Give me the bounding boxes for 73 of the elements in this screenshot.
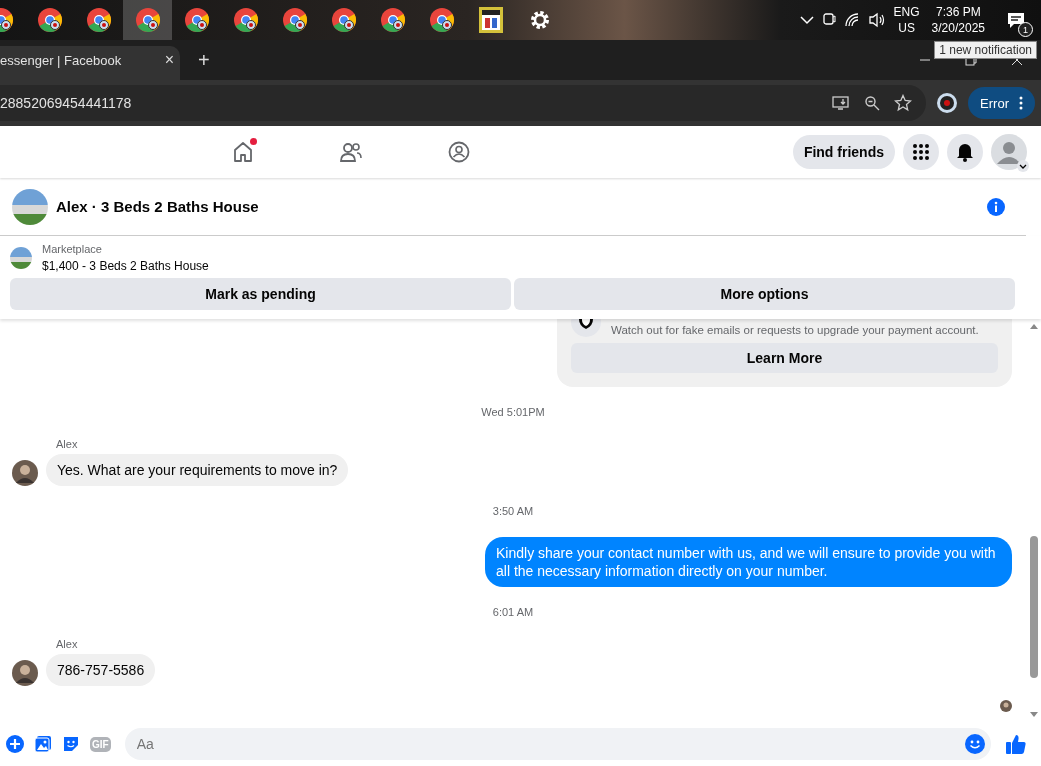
photo-placeholder bbox=[12, 188, 48, 225]
message-bubble[interactable]: 786-757-5586 bbox=[46, 654, 156, 686]
sender-name: Alex bbox=[56, 638, 79, 650]
bell-icon bbox=[956, 142, 974, 162]
scrollbar-thumb[interactable] bbox=[1029, 535, 1038, 678]
timestamp: 6:01 AM bbox=[492, 606, 534, 618]
message-input-field[interactable]: Aa bbox=[124, 728, 991, 760]
find-friends-button[interactable]: Find friends bbox=[792, 135, 895, 169]
browser-icon bbox=[36, 7, 63, 33]
camera-icon[interactable] bbox=[821, 12, 836, 28]
notifications-button[interactable] bbox=[947, 134, 983, 170]
browser-icon bbox=[281, 7, 308, 33]
scroll-up-icon[interactable] bbox=[1029, 323, 1038, 329]
close-tab-button[interactable]: × bbox=[164, 51, 174, 69]
action-button[interactable]: More options bbox=[514, 278, 1015, 310]
thumbs-up-icon[interactable] bbox=[1005, 733, 1027, 755]
tab-title: essenger | Facebook bbox=[0, 52, 122, 68]
menu-button[interactable] bbox=[903, 134, 939, 170]
star-icon[interactable] bbox=[894, 94, 913, 112]
browser-icon bbox=[232, 7, 259, 33]
new-tab-button[interactable]: + bbox=[198, 49, 210, 72]
clapperboard-icon bbox=[478, 7, 503, 33]
region-label[interactable]: US bbox=[898, 20, 915, 36]
profile-error-button[interactable]: Error bbox=[968, 87, 1035, 119]
browser-icon bbox=[379, 7, 406, 33]
browser-icon bbox=[330, 7, 357, 33]
tooltip: 1 new notification bbox=[934, 41, 1037, 59]
timestamp: 3:50 AM bbox=[492, 505, 534, 517]
message-bubble[interactable]: Kindly share your contact number with us, and we will ensure to provide you with all the necessary information directly on your number. bbox=[485, 537, 1012, 587]
address-field[interactable]: 28852069454441178 bbox=[0, 85, 927, 121]
taskbar-app[interactable] bbox=[123, 0, 172, 40]
sticker-icon[interactable] bbox=[62, 735, 80, 753]
browser-icon bbox=[183, 7, 210, 33]
emoji-icon[interactable] bbox=[965, 734, 985, 754]
listing-title[interactable]: $1,400 - 3 Beds 2 Baths House bbox=[42, 259, 209, 273]
sender-name: Alex bbox=[56, 438, 79, 450]
photo-placeholder bbox=[10, 247, 32, 269]
wifi-icon[interactable] bbox=[843, 12, 860, 28]
conversation-title[interactable]: Alex · 3 Beds 2 Baths House bbox=[56, 198, 978, 215]
learn-more-button[interactable]: Learn More bbox=[571, 343, 998, 373]
install-icon[interactable] bbox=[832, 95, 851, 111]
chevron-icon[interactable] bbox=[799, 15, 814, 25]
scroll-down-icon[interactable] bbox=[1029, 712, 1038, 718]
action-button[interactable]: Mark as pending bbox=[10, 278, 511, 310]
notification-icon[interactable] bbox=[1006, 11, 1026, 29]
browser-tab[interactable]: essenger | Facebook × bbox=[0, 46, 180, 80]
avatar-icon[interactable] bbox=[12, 660, 38, 686]
browser-icon bbox=[85, 7, 112, 33]
notification-count: 1 bbox=[1018, 22, 1033, 37]
language-label[interactable]: ENG bbox=[893, 4, 920, 20]
grid-icon bbox=[912, 143, 930, 161]
clock-time[interactable]: 7:36 PM bbox=[935, 4, 981, 20]
listing-source: Marketplace bbox=[42, 243, 103, 255]
timestamp: Wed 5:01PM bbox=[481, 406, 545, 418]
plus-icon[interactable] bbox=[6, 735, 24, 753]
browser-icon bbox=[134, 7, 161, 33]
message-bubble[interactable]: Yes. What are your requirements to move in? bbox=[46, 454, 349, 486]
info-icon[interactable] bbox=[986, 196, 1006, 217]
seen-avatar-icon bbox=[1000, 700, 1012, 712]
profile-avatar-icon[interactable] bbox=[936, 92, 959, 114]
more-icon bbox=[1019, 96, 1023, 110]
avatar-icon[interactable] bbox=[12, 460, 38, 486]
zoom-icon[interactable] bbox=[864, 95, 881, 111]
notice-text: Watch out for fake emails or requests to upgrade your payment account. bbox=[611, 324, 979, 336]
clock-date[interactable]: 3/20/2025 bbox=[931, 20, 985, 36]
speaker-icon[interactable] bbox=[867, 12, 886, 28]
caret-icon[interactable] bbox=[1017, 160, 1029, 172]
browser-icon bbox=[428, 7, 455, 33]
home-icon[interactable] bbox=[232, 141, 254, 163]
photo-icon[interactable] bbox=[34, 735, 52, 753]
groups-icon[interactable] bbox=[448, 141, 470, 163]
settings-icon bbox=[528, 9, 551, 31]
friends-icon[interactable] bbox=[339, 141, 363, 163]
